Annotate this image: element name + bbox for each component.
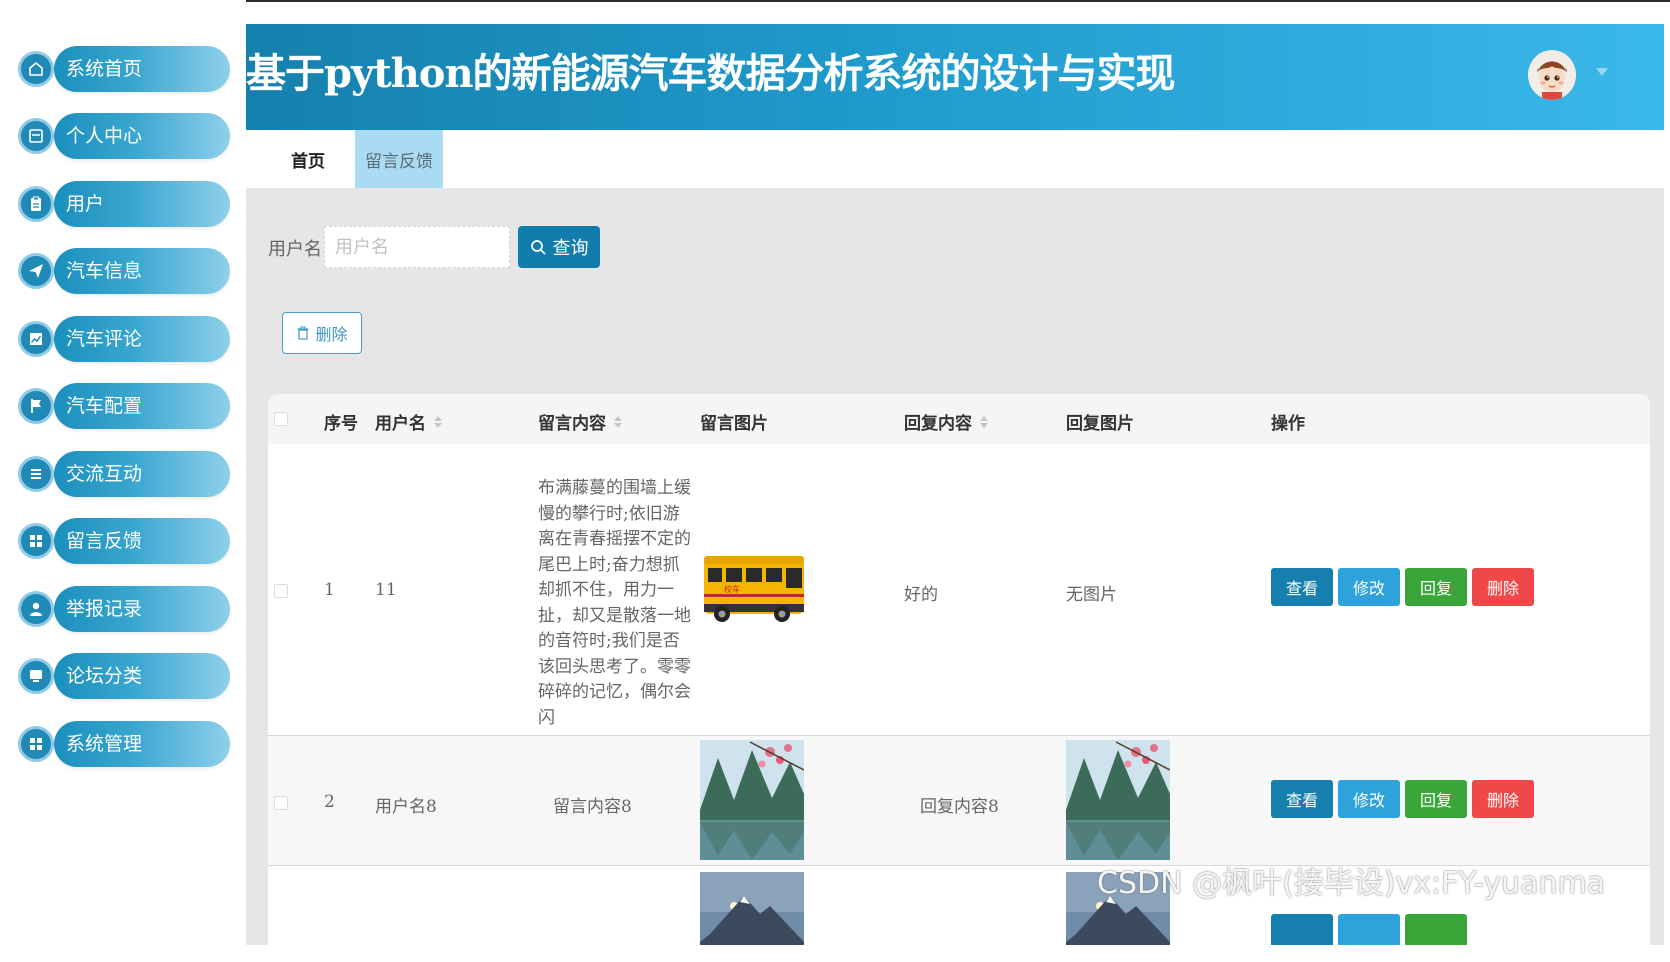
column-reply-image-label: 回复图片 <box>1066 414 1134 434</box>
column-message[interactable]: 留言内容 <box>538 409 622 434</box>
sidebar-item-feedback[interactable]: 留言反馈 <box>18 516 230 566</box>
column-actions-label: 操作 <box>1271 414 1305 434</box>
row-checkbox[interactable] <box>274 584 288 598</box>
column-reply[interactable]: 回复内容 <box>904 409 988 434</box>
sidebar-item-label: 汽车配置 <box>66 395 143 417</box>
paper-plane-icon <box>18 253 54 289</box>
grid-icon <box>18 523 54 559</box>
table-header: 序号 用户名 留言内容 留言图片 回复内容 回复图片 操作 <box>268 394 1650 444</box>
sidebar-item-personal-center[interactable]: 个人中心 <box>18 111 230 161</box>
row-message: 留言内容8 <box>553 797 632 817</box>
sidebar-item-label: 系统管理 <box>66 733 143 755</box>
column-message-image-label: 留言图片 <box>700 414 768 434</box>
row-message: 布满藤蔓的围墙上缓慢的攀行时;依旧游离在青春摇摆不定的尾巴上时;奋力想抓却抓不住… <box>538 478 691 728</box>
line-chart-icon <box>18 321 54 357</box>
home-icon <box>18 51 54 87</box>
sidebar-item-label: 留言反馈 <box>66 530 143 552</box>
column-actions: 操作 <box>1271 409 1305 434</box>
sort-icon[interactable] <box>980 415 988 428</box>
flag-icon <box>18 388 54 424</box>
sidebar-item-label: 个人中心 <box>66 125 143 147</box>
top-border <box>0 0 1670 2</box>
avatar[interactable] <box>1528 50 1576 100</box>
sidebar-item-car-reviews[interactable]: 汽车评论 <box>18 314 230 364</box>
sidebar-item-label: 汽车信息 <box>66 260 143 282</box>
bottom-margin <box>0 945 1670 962</box>
column-username-label: 用户名 <box>375 414 426 434</box>
list-icon <box>18 456 54 492</box>
sort-icon[interactable] <box>614 415 622 428</box>
column-message-label: 留言内容 <box>538 414 606 434</box>
grid-icon <box>18 726 54 762</box>
row-reply-image-placeholder: 无图片 <box>1066 585 1117 605</box>
sidebar-item-car-info[interactable]: 汽车信息 <box>18 246 230 296</box>
sort-icon[interactable] <box>434 415 442 428</box>
delete-button[interactable]: 删除 <box>1472 780 1534 818</box>
row-index: 2 <box>324 792 335 812</box>
edit-button[interactable]: 修改 <box>1338 780 1400 818</box>
row-reply: 好的 <box>904 585 938 605</box>
sidebar-item-system-management[interactable]: 系统管理 <box>18 719 230 769</box>
tab-home[interactable]: 首页 <box>276 130 340 188</box>
sidebar-item-label: 用户 <box>66 193 105 215</box>
delete-button[interactable]: 删除 <box>1472 568 1534 606</box>
row-index: 1 <box>324 580 335 600</box>
select-all-checkbox[interactable] <box>274 412 288 426</box>
page-title: 基于python的新能源汽车数据分析系统的设计与实现 <box>246 50 1176 97</box>
view-button[interactable]: 查看 <box>1271 780 1333 818</box>
column-reply-image: 回复图片 <box>1066 409 1134 434</box>
column-index-label: 序号 <box>324 414 358 434</box>
school-bus-image: 校车 <box>700 548 804 628</box>
sidebar-item-car-config[interactable]: 汽车配置 <box>18 381 230 431</box>
trash-icon <box>297 326 309 340</box>
clipboard-icon <box>18 186 54 222</box>
table-row: 2 用户名8 留言内容8 回复内容8 查看 修改 回复 删除 <box>268 736 1650 866</box>
sidebar-item-forum-categories[interactable]: 论坛分类 <box>18 651 230 701</box>
table-row: 1 11 布满藤蔓的围墙上缓慢的攀行时;依旧游离在青春摇摆不定的尾巴上时;奋力想… <box>268 444 1650 736</box>
profile-card-icon <box>18 118 54 154</box>
monitor-icon <box>18 658 54 694</box>
chevron-down-icon[interactable] <box>1596 68 1608 76</box>
app-frame: 系统首页 个人中心 用户 汽车信息 汽车评论 汽车配置 交流互动 留言反馈 举报… <box>0 0 1670 962</box>
reply-button[interactable]: 回复 <box>1405 780 1467 818</box>
column-message-image: 留言图片 <box>700 409 768 434</box>
column-username[interactable]: 用户名 <box>375 409 442 434</box>
search-label: 用户名 <box>268 239 322 260</box>
sidebar-item-label: 系统首页 <box>66 58 143 80</box>
column-index: 序号 <box>324 409 358 434</box>
row-username: 用户名8 <box>375 797 437 817</box>
svg-text:校车: 校车 <box>724 584 740 594</box>
sidebar-item-label: 举报记录 <box>66 598 143 620</box>
row-username: 11 <box>375 580 397 600</box>
main-content: 用户名 查询 删除 序号 用户名 留言内容 留言图片 回复内容 回复图片 操作 <box>246 188 1664 962</box>
watermark: CSDN @枫叶(接毕设)vx:FY-yuanma <box>1097 866 1606 901</box>
row-checkbox[interactable] <box>274 796 288 810</box>
search-button[interactable]: 查询 <box>518 226 600 268</box>
sidebar-item-users[interactable]: 用户 <box>18 179 230 229</box>
bulk-delete-button[interactable]: 删除 <box>282 312 362 354</box>
tab-feedback[interactable]: 留言反馈 <box>355 130 443 188</box>
sidebar-item-label: 交流互动 <box>66 463 143 485</box>
row-reply: 回复内容8 <box>920 797 999 817</box>
username-search-input[interactable] <box>324 226 510 268</box>
sidebar-item-reports[interactable]: 举报记录 <box>18 584 230 634</box>
user-icon <box>18 591 54 627</box>
bulk-delete-label: 删除 <box>315 325 348 344</box>
sidebar-item-interaction[interactable]: 交流互动 <box>18 449 230 499</box>
view-button[interactable]: 查看 <box>1271 568 1333 606</box>
search-button-label: 查询 <box>552 238 589 259</box>
edit-button[interactable]: 修改 <box>1338 568 1400 606</box>
sidebar-item-home[interactable]: 系统首页 <box>18 44 230 94</box>
mountain-lake-image <box>1066 740 1170 860</box>
reply-button[interactable]: 回复 <box>1405 568 1467 606</box>
sidebar-item-label: 论坛分类 <box>66 665 143 687</box>
sidebar: 系统首页 个人中心 用户 汽车信息 汽车评论 汽车配置 交流互动 留言反馈 举报… <box>0 0 246 962</box>
sidebar-item-label: 汽车评论 <box>66 328 143 350</box>
tab-bar: 首页 留言反馈 <box>246 130 1664 188</box>
search-icon <box>530 239 546 255</box>
header-bar: 基于python的新能源汽车数据分析系统的设计与实现 <box>246 24 1664 130</box>
column-reply-label: 回复内容 <box>904 414 972 434</box>
mountain-lake-image <box>700 740 804 860</box>
